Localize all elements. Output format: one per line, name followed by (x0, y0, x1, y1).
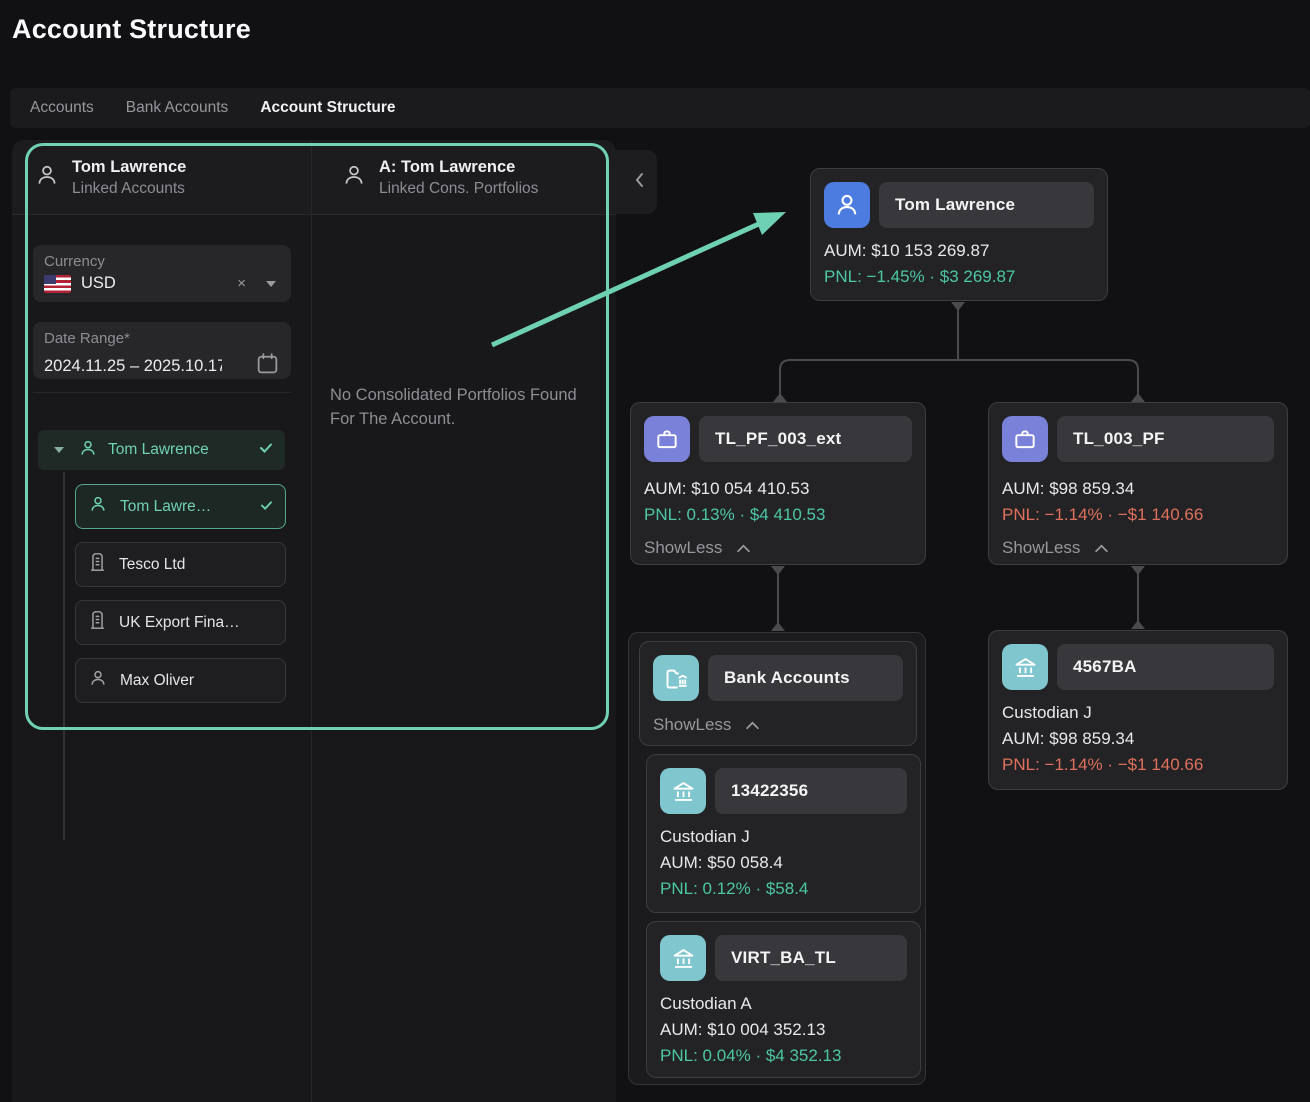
tree-item-label: UK Export Fina… (119, 614, 240, 632)
tree-root-tom-lawrence[interactable]: Tom Lawrence (38, 430, 285, 470)
tab-bar: Accounts Bank Accounts Account Structure (10, 88, 1310, 128)
node-custodian: Custodian A (660, 991, 907, 1017)
account-structure-page: Account Structure Accounts Bank Accounts… (0, 0, 1310, 1102)
date-range-field[interactable]: Date Range* 2024.11.25 – 2025.10.17 (33, 322, 291, 379)
date-range-label: Date Range* (44, 330, 280, 347)
show-less-label: ShowLess (644, 538, 722, 558)
cons-portfolios-header: A: Tom Lawrence Linked Cons. Portfolios (319, 140, 609, 215)
node-pnl: PNL: 0.13% · $4 410.53 (644, 502, 912, 528)
company-icon (88, 610, 107, 635)
node-title[interactable]: 4567BA (1057, 644, 1274, 690)
person-icon (824, 182, 870, 228)
node-13422356[interactable]: 13422356 Custodian J AUM: $50 058.4 PNL:… (646, 754, 921, 913)
node-virt-ba-tl[interactable]: VIRT_BA_TL Custodian A AUM: $10 004 352.… (646, 921, 921, 1078)
show-less-toggle[interactable]: ShowLess (1002, 538, 1274, 558)
portfolio-icon (1002, 416, 1048, 462)
accounts-panel: Tom Lawrence Linked Accounts A: Tom Lawr… (12, 140, 616, 1102)
tree-item-tom-lawrence[interactable]: Tom Lawre… (75, 484, 286, 529)
tree-item-label: Tom Lawre… (120, 498, 211, 516)
node-custodian: Custodian J (660, 824, 907, 850)
show-less-label: ShowLess (653, 715, 731, 735)
bank-icon (1002, 644, 1048, 690)
chevron-down-icon[interactable] (266, 281, 276, 287)
usd-flag-icon (44, 275, 71, 293)
show-less-toggle[interactable]: ShowLess (644, 538, 912, 558)
tab-account-structure[interactable]: Account Structure (260, 99, 395, 117)
node-tl-pf-003-ext[interactable]: TL_PF_003_ext AUM: $10 054 410.53 PNL: 0… (630, 402, 926, 565)
tree-root-label: Tom Lawrence (108, 441, 209, 459)
node-aum: AUM: $98 859.34 (1002, 476, 1274, 502)
node-title[interactable]: TL_003_PF (1057, 416, 1274, 462)
node-title[interactable]: 13422356 (715, 768, 907, 814)
node-title[interactable]: Tom Lawrence (879, 182, 1094, 228)
currency-select[interactable]: Currency USD × (33, 245, 291, 302)
currency-clear-button[interactable]: × (237, 275, 246, 292)
check-icon (259, 441, 273, 459)
currency-value: USD (81, 274, 116, 293)
bank-accounts-group: Bank Accounts ShowLess 13422356 Custodia… (628, 632, 926, 1085)
tab-accounts[interactable]: Accounts (30, 99, 94, 117)
person-icon (88, 494, 108, 519)
person-icon (34, 162, 60, 193)
linked-accounts-subtitle: Linked Accounts (72, 180, 186, 198)
check-icon (260, 498, 273, 516)
node-aum: AUM: $50 058.4 (660, 850, 907, 876)
node-pnl: PNL: −1.14% · −$1 140.66 (1002, 502, 1274, 528)
tab-bank-accounts[interactable]: Bank Accounts (126, 99, 229, 117)
linked-accounts-header: Tom Lawrence Linked Accounts (12, 140, 310, 215)
tree-indent-line (63, 472, 65, 840)
tree-item-label: Tesco Ltd (119, 556, 185, 574)
tree-item-max-oliver[interactable]: Max Oliver (75, 658, 286, 703)
node-pnl: PNL: 0.12% · $58.4 (660, 876, 907, 902)
linked-accounts-title: Tom Lawrence (72, 158, 186, 177)
person-icon (88, 668, 108, 693)
portfolio-icon (644, 416, 690, 462)
company-icon (88, 552, 107, 577)
node-tom-lawrence[interactable]: Tom Lawrence AUM: $10 153 269.87 PNL: −1… (810, 168, 1108, 301)
no-portfolios-message: No Consolidated Portfolios Found For The… (330, 383, 582, 431)
filters-separator (33, 392, 291, 393)
bank-folder-icon (653, 655, 699, 701)
show-less-label: ShowLess (1002, 538, 1080, 558)
node-pnl: PNL: −1.45% · $3 269.87 (824, 264, 1094, 290)
node-title[interactable]: Bank Accounts (708, 655, 903, 701)
node-pnl: PNL: −1.14% · −$1 140.66 (1002, 752, 1274, 778)
node-aum: AUM: $98 859.34 (1002, 726, 1274, 752)
bank-icon (660, 935, 706, 981)
date-range-value: 2024.11.25 – 2025.10.17 (44, 357, 222, 376)
chevron-left-icon (634, 172, 645, 193)
chevron-up-icon (745, 715, 760, 735)
node-bank-accounts[interactable]: Bank Accounts ShowLess (639, 641, 917, 746)
currency-label: Currency (44, 253, 280, 270)
page-title: Account Structure (12, 14, 251, 45)
node-aum: AUM: $10 153 269.87 (824, 238, 1094, 264)
node-title[interactable]: VIRT_BA_TL (715, 935, 907, 981)
caret-down-icon[interactable] (54, 447, 64, 453)
calendar-icon[interactable] (255, 351, 280, 381)
node-custodian: Custodian J (1002, 700, 1274, 726)
node-title[interactable]: TL_PF_003_ext (699, 416, 912, 462)
tree-item-uk-export-finance[interactable]: UK Export Fina… (75, 600, 286, 645)
node-aum: AUM: $10 054 410.53 (644, 476, 912, 502)
chevron-up-icon (1094, 538, 1109, 558)
cons-portfolios-subtitle: Linked Cons. Portfolios (379, 180, 538, 198)
node-pnl: PNL: 0.04% · $4 352.13 (660, 1043, 907, 1069)
collapse-panel-button[interactable] (609, 150, 657, 214)
chevron-up-icon (736, 538, 751, 558)
cons-portfolios-title: A: Tom Lawrence (379, 158, 538, 177)
node-tl-003-pf[interactable]: TL_003_PF AUM: $98 859.34 PNL: −1.14% · … (988, 402, 1288, 565)
column-divider (311, 140, 312, 1102)
person-icon (78, 438, 98, 463)
show-less-toggle[interactable]: ShowLess (653, 715, 903, 735)
node-4567ba[interactable]: 4567BA Custodian J AUM: $98 859.34 PNL: … (988, 630, 1288, 790)
tree-item-label: Max Oliver (120, 672, 194, 690)
bank-icon (660, 768, 706, 814)
tree-item-tesco-ltd[interactable]: Tesco Ltd (75, 542, 286, 587)
node-aum: AUM: $10 004 352.13 (660, 1017, 907, 1043)
person-icon (341, 162, 367, 193)
